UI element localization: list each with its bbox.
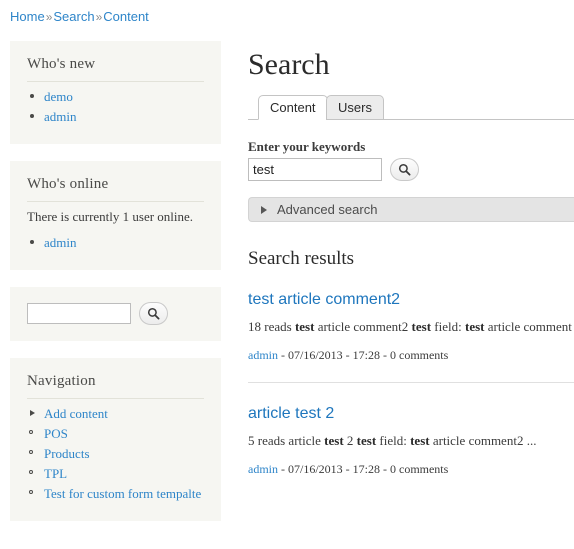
result-snippet: 18 reads test article comment2 test fiel… [248,319,572,334]
result-title-link[interactable]: test article comment2 [248,290,574,309]
result-title-link[interactable]: article test 2 [248,404,574,423]
triangle-right-icon [261,205,267,214]
advanced-search-toggle[interactable]: Advanced search [248,197,574,222]
block-navigation: Navigation Add content POS Products TPL [10,358,221,521]
result-meta-rest: - 07/16/2013 - 17:28 - 0 comments [278,462,449,476]
online-count-text: There is currently 1 user online. [27,209,194,224]
bullet-disc-icon [30,94,34,98]
nav-link-add-content[interactable]: Add content [44,406,108,421]
search-tabs: Content Users [248,93,574,120]
whos-new-list: demo admin [27,89,204,124]
user-link-admin[interactable]: admin [44,235,77,250]
nav-link-products[interactable]: Products [44,446,90,461]
search-submit-button[interactable] [390,158,419,181]
nav-item-pos[interactable]: POS [27,426,204,441]
breadcrumb-item-search[interactable]: Search [53,9,94,24]
page-title: Search [248,48,330,81]
nav-item-test-custom-form[interactable]: Test for custom form tempalte [27,486,204,501]
nav-item-tpl[interactable]: TPL [27,466,204,481]
search-form: Enter your keywords [248,139,574,181]
result-meta: admin - 07/16/2013 - 17:28 - 0 comments [248,348,574,363]
sidebar-search-row [27,302,204,325]
triangle-right-icon[interactable] [30,410,35,416]
search-result-item: test article comment2 18 reads test arti… [248,290,574,363]
nav-item-products[interactable]: Products [27,446,204,461]
search-icon [398,163,411,176]
bullet-circle-icon [29,490,33,494]
main-content: Search Content Users Enter your keywords [248,41,574,477]
block-search [10,287,221,341]
breadcrumb-separator: » [95,10,103,24]
advanced-search-label: Advanced search [277,202,378,217]
nav-link-test-custom-form[interactable]: Test for custom form tempalte [44,486,201,501]
bullet-circle-icon [29,450,33,454]
block-whos-new: Who's new demo admin [10,41,221,144]
search-page: Home»Search»Content Who's new demo admin… [0,0,574,549]
result-author-link[interactable]: admin [248,462,278,476]
breadcrumb-item-content[interactable]: Content [103,9,149,24]
result-meta-rest: - 07/16/2013 - 17:28 - 0 comments [278,348,449,362]
breadcrumb-item-home[interactable]: Home [10,9,45,24]
list-item[interactable]: admin [27,109,204,124]
result-meta: admin - 07/16/2013 - 17:28 - 0 comments [248,462,574,477]
result-snippet: 5 reads article test 2 test field: test … [248,433,537,448]
bullet-disc-icon [30,240,34,244]
block-title: Who's online [27,176,204,202]
sidebar-search-input[interactable] [27,303,131,324]
block-title: Who's new [27,56,204,82]
search-input[interactable] [248,158,382,181]
bullet-circle-icon [29,470,33,474]
nav-item-add-content[interactable]: Add content [27,406,204,421]
result-author-link[interactable]: admin [248,348,278,362]
search-results-heading: Search results [248,248,355,269]
keywords-row [248,158,574,181]
nav-link-pos[interactable]: POS [44,426,68,441]
bullet-disc-icon [30,114,34,118]
navigation-list: Add content POS Products TPL Test for cu… [27,406,204,501]
breadcrumb: Home»Search»Content [10,9,149,25]
tab-content[interactable]: Content [258,95,328,120]
user-link-demo[interactable]: demo [44,89,73,104]
list-item[interactable]: admin [27,235,204,250]
sidebar: Who's new demo admin Who's online There … [10,41,221,538]
nav-link-tpl[interactable]: TPL [44,466,67,481]
keywords-label: Enter your keywords [248,139,366,154]
sidebar-search-button[interactable] [139,302,168,325]
list-item[interactable]: demo [27,89,204,104]
user-link-admin[interactable]: admin [44,109,77,124]
block-title: Navigation [27,373,204,399]
block-whos-online: Who's online There is currently 1 user o… [10,161,221,270]
whos-online-list: admin [27,235,204,250]
bullet-circle-icon [29,430,33,434]
search-result-item: article test 2 5 reads article test 2 te… [248,382,574,477]
search-icon [147,307,160,320]
tab-users[interactable]: Users [326,95,384,120]
